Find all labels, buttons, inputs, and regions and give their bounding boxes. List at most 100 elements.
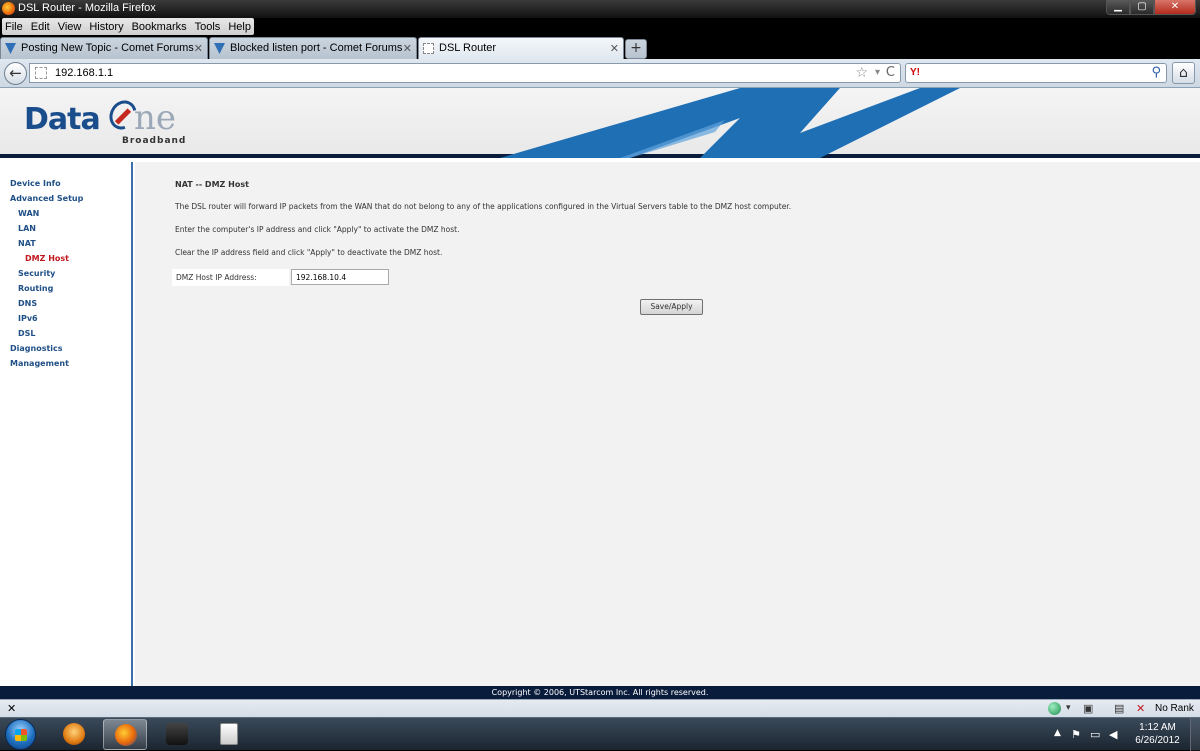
clock-time: 1:12 AM	[1139, 722, 1176, 733]
tab-close-icon[interactable]: ✕	[194, 42, 203, 55]
tab-posting-new-topic[interactable]: Posting New Topic - Comet Forums ✕	[0, 37, 208, 59]
minimize-button[interactable]: ▁	[1106, 0, 1130, 15]
sidebar-item-ipv6[interactable]: IPv6	[0, 311, 131, 326]
addon-bar: ✕ ▾ ▣ ▤ ✕ No Rank	[0, 699, 1200, 717]
header-swoosh-graphic	[500, 88, 960, 158]
window-controls: ▁ ▢ ✕	[1106, 0, 1196, 15]
dmz-host-row: DMZ Host IP Address:	[172, 269, 392, 286]
sidebar-item-device-info[interactable]: Device Info	[0, 176, 131, 191]
tab-label: Blocked listen port - Comet Forums	[230, 42, 403, 54]
tab-dsl-router[interactable]: DSL Router ✕	[418, 37, 624, 60]
windows-taskbar: ▲ ⚑ ▭ ◀ 1:12 AM 6/26/2012	[0, 717, 1200, 751]
bookmark-star-icon[interactable]: ☆	[855, 65, 868, 81]
tab-bar: Posting New Topic - Comet Forums ✕ Block…	[0, 35, 1200, 60]
taskbar-app-3[interactable]	[155, 719, 199, 750]
search-bar[interactable]: Y! ⚲	[905, 63, 1167, 83]
menu-view[interactable]: View	[58, 21, 82, 33]
logo-one-text: ne	[134, 98, 177, 138]
back-button[interactable]: ←	[4, 62, 27, 85]
new-tab-button[interactable]: +	[625, 39, 647, 59]
navigation-bar: ← 192.168.1.1 ☆ ▾ C Y! ⚲ ⌂	[0, 59, 1200, 88]
description-text: The DSL router will forward IP packets f…	[175, 202, 792, 211]
firefox-logo-icon[interactable]	[2, 2, 15, 15]
sidebar-item-security[interactable]: Security	[0, 266, 131, 281]
show-desktop-button[interactable]	[1190, 718, 1200, 751]
url-text[interactable]: 192.168.1.1	[55, 67, 113, 79]
taskbar-app-4[interactable]	[207, 719, 251, 750]
rank-status: No Rank	[1155, 703, 1194, 714]
globe-icon[interactable]	[1048, 702, 1061, 715]
menu-file[interactable]: File	[5, 21, 23, 33]
router-header: Data ne Broadband	[0, 88, 1200, 158]
comet-forum-icon	[214, 43, 225, 54]
search-icon[interactable]: ⚲	[1151, 65, 1161, 80]
reload-icon[interactable]: C	[886, 65, 895, 80]
menu-bookmarks[interactable]: Bookmarks	[132, 21, 187, 33]
main-content: NAT -- DMZ Host The DSL router will forw…	[135, 162, 1200, 686]
logo-data-text: Data	[24, 102, 101, 137]
taskbar-app-1[interactable]	[52, 719, 96, 750]
tab-close-icon[interactable]: ✕	[610, 42, 619, 55]
activate-instruction-text: Enter the computer's IP address and clic…	[175, 225, 460, 234]
logo-broadband-text: Broadband	[122, 136, 187, 146]
sidebar-item-dmz-host[interactable]: DMZ Host	[0, 251, 131, 266]
app-orange-icon	[63, 723, 85, 745]
tab-label: DSL Router	[439, 42, 497, 54]
tab-label: Posting New Topic - Comet Forums	[21, 42, 194, 54]
menu-help[interactable]: Help	[228, 21, 251, 33]
sidebar-item-dns[interactable]: DNS	[0, 296, 131, 311]
blank-page-icon	[423, 43, 434, 54]
network-icon[interactable]: ▭	[1090, 728, 1100, 741]
dmz-host-ip-label: DMZ Host IP Address:	[172, 269, 289, 286]
dataone-logo: Data ne Broadband	[24, 95, 194, 148]
url-dropdown-icon[interactable]: ▾	[875, 67, 880, 78]
sidebar-item-lan[interactable]: LAN	[0, 221, 131, 236]
sidebar-item-diagnostics[interactable]: Diagnostics	[0, 341, 131, 356]
sidebar-item-routing[interactable]: Routing	[0, 281, 131, 296]
tab-blocked-listen-port[interactable]: Blocked listen port - Comet Forums ✕	[209, 37, 417, 59]
page-viewport: Data ne Broadband Device Info Advanced S…	[0, 88, 1200, 699]
print-icon[interactable]: ▤	[1114, 702, 1124, 715]
menu-tools[interactable]: Tools	[195, 21, 221, 33]
window-title: DSL Router - Mozilla Firefox	[18, 2, 156, 14]
address-bar[interactable]: 192.168.1.1 ☆ ▾ C	[29, 63, 901, 83]
close-window-button[interactable]: ✕	[1154, 0, 1196, 15]
taskbar-firefox[interactable]	[103, 719, 147, 750]
firefox-window: DSL Router - Mozilla Firefox ▁ ▢ ✕ File …	[0, 0, 1200, 751]
comet-forum-icon	[5, 43, 16, 54]
app-ninja-icon	[166, 723, 188, 745]
menu-list: File Edit View History Bookmarks Tools H…	[2, 18, 254, 35]
title-bar: DSL Router - Mozilla Firefox ▁ ▢ ✕	[0, 0, 1200, 18]
copyright-footer: Copyright © 2006, UTStarcom Inc. All rig…	[0, 686, 1200, 699]
firefox-icon	[115, 724, 137, 746]
tab-close-icon[interactable]: ✕	[403, 42, 412, 55]
maximize-button[interactable]: ▢	[1130, 0, 1154, 15]
menu-edit[interactable]: Edit	[31, 21, 50, 33]
clock-date: 6/26/2012	[1135, 735, 1180, 746]
sidebar-item-nat[interactable]: NAT	[0, 236, 131, 251]
home-button[interactable]: ⌂	[1172, 62, 1195, 84]
system-clock[interactable]: 1:12 AM 6/26/2012	[1130, 721, 1185, 747]
rank-icon[interactable]: ✕	[1136, 702, 1145, 715]
action-center-icon[interactable]: ⚑	[1071, 728, 1081, 741]
close-addon-bar-icon[interactable]: ✕	[7, 702, 16, 715]
menu-bar: File Edit View History Bookmarks Tools H…	[0, 18, 1200, 35]
site-identity-icon[interactable]	[35, 67, 47, 79]
globe-dropdown-icon[interactable]: ▾	[1066, 702, 1071, 713]
deactivate-instruction-text: Clear the IP address field and click "Ap…	[175, 248, 443, 257]
page-title: NAT -- DMZ Host	[175, 180, 249, 189]
sidebar-item-dsl[interactable]: DSL	[0, 326, 131, 341]
search-engine-icon[interactable]: Y!	[910, 67, 920, 78]
sidebar-item-management[interactable]: Management	[0, 356, 131, 371]
sidebar-item-advanced-setup[interactable]: Advanced Setup	[0, 191, 131, 206]
start-button[interactable]	[5, 719, 36, 750]
sidebar-menu: Device Info Advanced Setup WAN LAN NAT D…	[0, 162, 133, 686]
tray-expand-icon[interactable]: ▲	[1054, 728, 1061, 738]
monitor-icon[interactable]: ▣	[1083, 702, 1093, 715]
volume-icon[interactable]: ◀	[1109, 728, 1117, 741]
save-apply-button[interactable]: Save/Apply	[640, 299, 703, 315]
document-icon	[220, 723, 238, 745]
sidebar-item-wan[interactable]: WAN	[0, 206, 131, 221]
dmz-host-ip-input[interactable]	[291, 269, 389, 285]
menu-history[interactable]: History	[89, 21, 123, 33]
